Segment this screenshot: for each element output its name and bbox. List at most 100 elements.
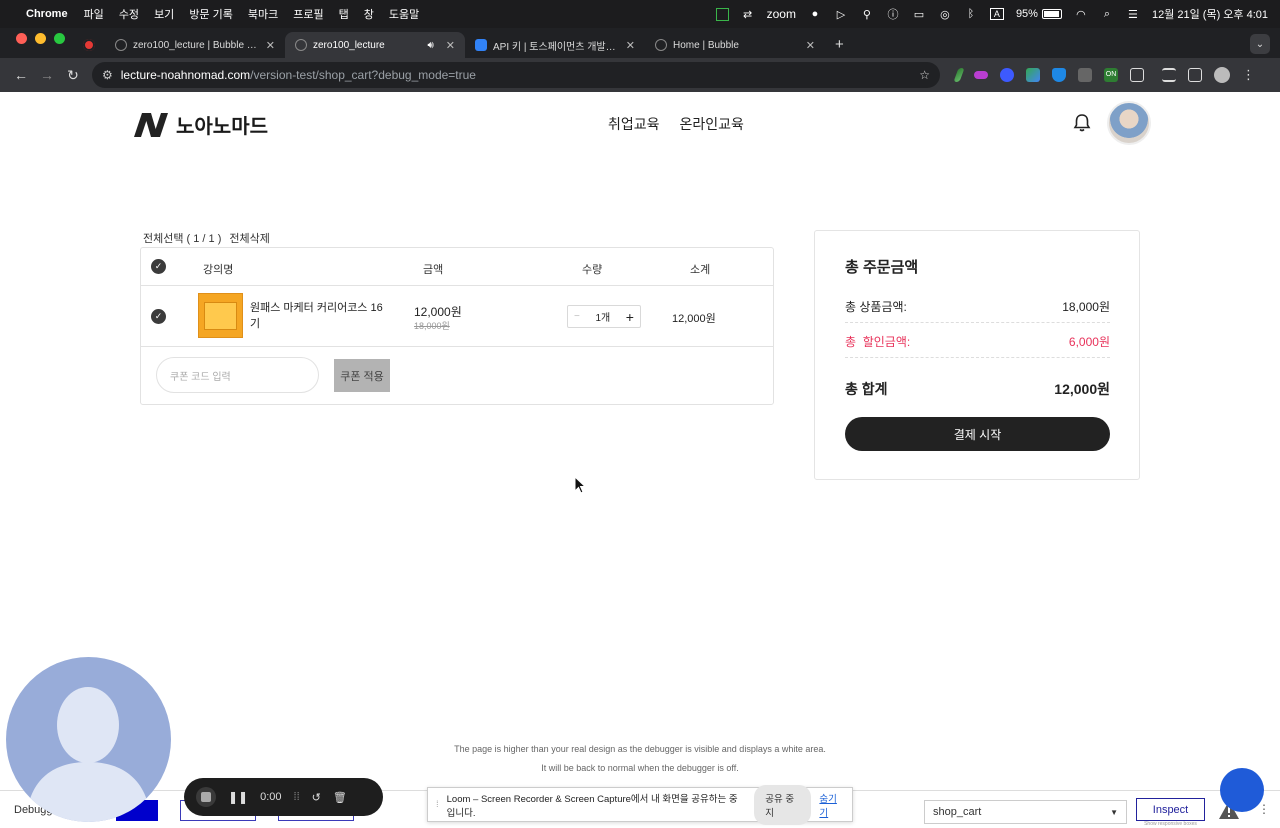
hide-link[interactable]: 숨기기 [819, 791, 844, 819]
apply-coupon-button[interactable]: 쿠폰 적용 [334, 359, 390, 392]
screen-share-notice: ⁞ Loom – Screen Recorder & Screen Captur… [427, 784, 853, 825]
menu-window[interactable]: 창 [364, 6, 374, 22]
menu-bookmarks[interactable]: 북마크 [248, 6, 278, 22]
restart-icon[interactable]: ↺ [312, 791, 321, 804]
tab-bubble-editor[interactable]: zero100_lecture | Bubble Edit ✕ [105, 32, 285, 58]
decrease-qty-button[interactable]: − [574, 311, 580, 322]
green-square-icon[interactable] [715, 7, 729, 21]
quantity-stepper[interactable]: − 1개 + [567, 305, 641, 328]
media-control-icon[interactable] [1162, 68, 1176, 82]
feather-extension-icon[interactable] [953, 68, 965, 82]
stop-recording-button[interactable] [196, 787, 216, 807]
close-tab-icon[interactable]: ✕ [626, 39, 635, 52]
bubble-favicon-icon [115, 39, 127, 51]
info-icon[interactable]: ⓘ [886, 6, 900, 22]
battery-status[interactable]: 95% [1016, 8, 1062, 20]
close-tab-icon[interactable]: ✕ [266, 39, 275, 52]
reload-icon[interactable]: ↻ [60, 67, 86, 84]
minimize-window-button[interactable] [35, 32, 46, 44]
tab-toss-api[interactable]: API 키 | 토스페이먼츠 개발자센터 ✕ [465, 32, 645, 58]
header-qty: 수량 [582, 264, 603, 276]
inspect-button[interactable]: Inspect [1136, 798, 1205, 821]
back-icon[interactable]: ← [8, 67, 34, 83]
nav-online-education[interactable]: 온라인교육 [680, 114, 744, 134]
address-bar[interactable]: ⚙ lecture-noahnomad.com /version-test/sh… [92, 62, 940, 88]
zoom-label[interactable]: zoom [767, 7, 796, 21]
pause-icon[interactable]: ❚❚ [228, 790, 248, 804]
new-tab-button[interactable]: + [825, 36, 854, 58]
tab-recording[interactable] [77, 32, 105, 58]
page-select[interactable]: shop_cart ▼ [924, 800, 1127, 824]
bookmark-star-icon[interactable]: ☆ [919, 68, 930, 82]
select-all-checkbox[interactable]: ✓ [151, 259, 166, 274]
menu-view[interactable]: 보기 [154, 6, 174, 22]
wifi-icon[interactable]: ◠ [1074, 8, 1088, 21]
nav-job-education[interactable]: 취업교육 [608, 114, 660, 134]
play-circle-icon[interactable]: ▷ [834, 8, 848, 21]
input-source-icon[interactable]: A [989, 8, 1004, 20]
thumbnail-image [204, 301, 237, 330]
side-panel-icon[interactable] [1188, 68, 1202, 82]
clock[interactable]: 12월 21일 (목) 오후 4:01 [1152, 6, 1268, 22]
more-options-icon[interactable]: ⋮ [1258, 802, 1270, 816]
chrome-menu-icon[interactable]: ⋮ [1242, 67, 1255, 83]
coupon-code-input[interactable]: 쿠폰 코드 입력 [156, 357, 319, 393]
summary-title: 총 주문금액 [845, 259, 919, 276]
select-all-link[interactable]: 전체선택 ( 1 / 1 ) [143, 230, 221, 246]
bluetooth-icon[interactable]: ᛒ [964, 8, 978, 20]
antenna-icon[interactable]: ⚲ [860, 8, 874, 21]
menu-history[interactable]: 방문 기록 [189, 6, 233, 22]
gear-extension-icon[interactable] [1000, 68, 1014, 82]
stop-sharing-button[interactable]: 공유 중지 [754, 784, 812, 825]
speaker-icon[interactable]: 🔊︎ [427, 40, 433, 51]
delete-all-link[interactable]: 전체삭제 [229, 230, 269, 246]
grand-total-label: 총 합계 [845, 381, 888, 397]
start-payment-button[interactable]: 결제 시작 [845, 417, 1110, 451]
cart-item-row: ✓ 원패스 마케터 커리어코스 16기 12,000원 18,000원 − 1개… [141, 286, 773, 347]
chevron-down-icon: ▼ [1110, 807, 1118, 817]
url-path: /version-test/shop_cart?debug_mode=true [250, 68, 476, 82]
menu-profiles[interactable]: 프로필 [293, 6, 323, 22]
trash-icon[interactable]: 🗑︎ [333, 791, 347, 804]
menu-tab[interactable]: 탭 [339, 6, 349, 22]
loom-icon[interactable]: ● [808, 8, 822, 20]
menu-edit[interactable]: 수정 [119, 6, 139, 22]
site-logo[interactable]: 노아노마드 [134, 110, 268, 139]
tab-zero100-lecture[interactable]: zero100_lecture 🔊︎ ✕ [285, 32, 465, 58]
on-extension-icon[interactable]: ON [1104, 68, 1118, 82]
menu-file[interactable]: 파일 [84, 6, 104, 22]
tab-title: API 키 | 토스페이먼츠 개발자센터 [493, 41, 620, 53]
menu-help[interactable]: 도움말 [389, 6, 419, 22]
window-icon[interactable]: ▭ [912, 8, 926, 21]
shield-extension-icon[interactable] [1052, 68, 1066, 82]
tab-bubble-home[interactable]: Home | Bubble ✕ [645, 32, 825, 58]
bell-icon[interactable] [1072, 113, 1092, 133]
color-extension-icon[interactable] [1026, 68, 1040, 82]
tab-title: zero100_lecture [313, 39, 385, 51]
loom-camera-bubble[interactable] [6, 657, 171, 822]
increase-qty-button[interactable]: + [626, 309, 634, 325]
tab-search-button[interactable]: ⌄ [1250, 34, 1270, 54]
close-window-button[interactable] [16, 32, 27, 44]
user-avatar[interactable] [1107, 101, 1151, 145]
recorder-icon[interactable]: ⇄ [741, 8, 755, 21]
spotlight-icon[interactable]: ⌕ [1100, 8, 1114, 21]
close-tab-icon[interactable]: ✕ [446, 39, 455, 52]
profile-avatar-icon[interactable] [1214, 67, 1230, 83]
airdrop-icon[interactable]: ◎ [938, 8, 952, 21]
cart-header-row: ✓ 강의명 금액 수량 소계 [141, 248, 773, 286]
site-settings-icon[interactable]: ⚙ [102, 68, 113, 82]
help-chat-button[interactable] [1220, 768, 1264, 812]
macos-menubar: Chrome 파일 수정 보기 방문 기록 북마크 프로필 탭 창 도움말 ⇄ … [0, 0, 1280, 28]
drag-handle-icon[interactable]: ⁞ [436, 799, 439, 810]
item-checkbox[interactable]: ✓ [151, 309, 166, 324]
close-tab-icon[interactable]: ✕ [806, 39, 815, 52]
forward-icon[interactable]: → [34, 67, 60, 83]
zoom-window-button[interactable] [54, 32, 65, 44]
code-extension-icon[interactable] [1078, 68, 1092, 82]
pink-extension-icon[interactable] [974, 71, 988, 79]
puzzle-extension-icon[interactable] [1130, 68, 1144, 82]
control-center-icon[interactable]: ☰ [1126, 8, 1140, 21]
grid-icon[interactable]: ⁞⁞ [294, 791, 300, 803]
menu-app-name[interactable]: Chrome [26, 8, 68, 20]
